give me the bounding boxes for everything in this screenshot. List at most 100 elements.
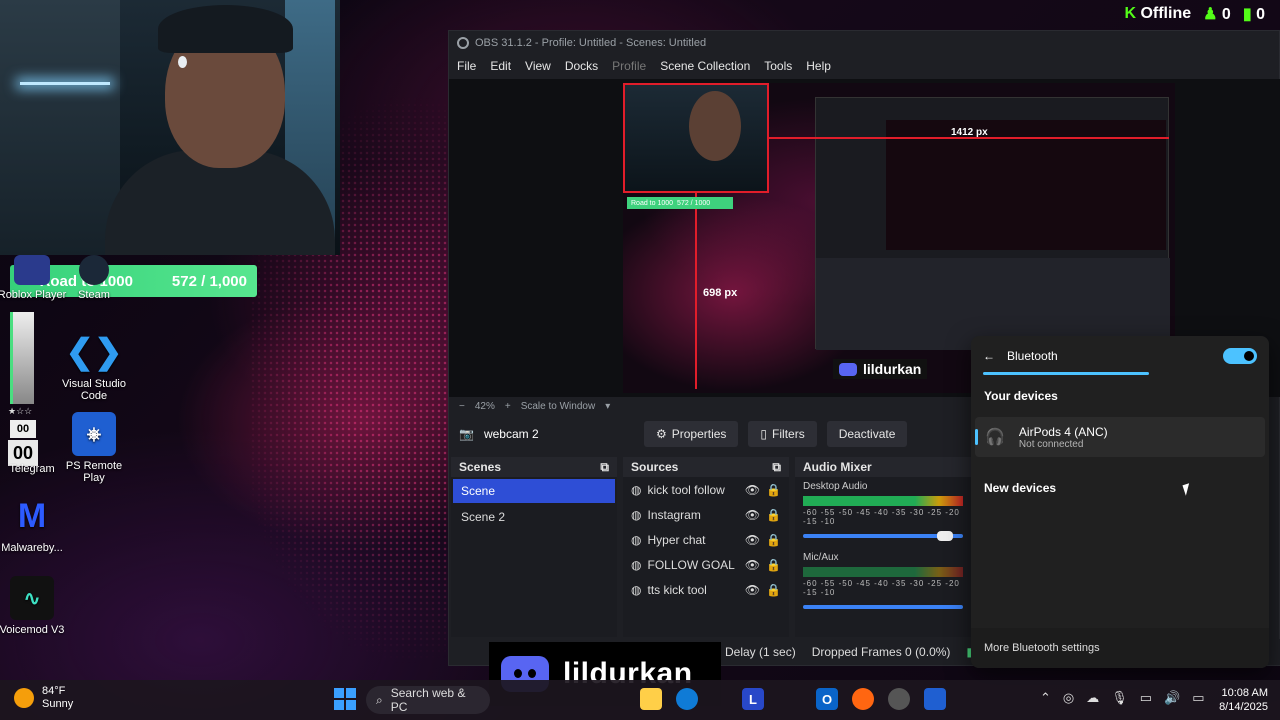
menu-tools[interactable]: Tools <box>764 59 792 73</box>
network-icon[interactable]: ▭ <box>1140 690 1152 706</box>
volume-slider[interactable] <box>803 605 963 609</box>
undock-icon[interactable]: ⧉ <box>600 460 609 475</box>
edge-icon[interactable] <box>676 688 698 710</box>
menu-help[interactable]: Help <box>806 59 831 73</box>
roblox-icon <box>14 255 50 285</box>
follower-count: ♟ 0 <box>1203 6 1231 23</box>
source-item[interactable]: ◍ Instagram 👁 🔒 <box>623 502 789 527</box>
taskbar: 84°F Sunny ⌕ Search web & PC L O ⌃ ◎ ☁ 🎙 … <box>0 680 1280 720</box>
menu-edit[interactable]: Edit <box>490 59 511 73</box>
visibility-icon[interactable]: 👁 <box>745 508 760 522</box>
properties-button[interactable]: ⚙ Properties <box>643 421 739 447</box>
speaker-icon[interactable]: 🔊 <box>1164 690 1180 706</box>
bluetooth-flyout: ← Bluetooth Your devices 🎧 AirPods 4 (AN… <box>971 336 1269 668</box>
lock-icon[interactable]: 🔒 <box>766 508 781 522</box>
battery-icon[interactable]: ▭ <box>1192 690 1204 706</box>
window-title: OBS 31.1.2 - Profile: Untitled - Scenes:… <box>475 37 707 49</box>
temperature: 84°F <box>42 685 66 697</box>
menu-docks[interactable]: Docks <box>565 59 598 73</box>
stream-state: K Offline <box>1124 5 1192 22</box>
menu-scene-collection[interactable]: Scene Collection <box>660 59 750 73</box>
desktop-icon-ps-remote-play[interactable]: ⎈ PS Remote Play <box>54 412 134 484</box>
chevron-down-icon[interactable]: ▾ <box>605 401 610 412</box>
browser-icon: ◍ <box>631 582 642 597</box>
zoom-out-button[interactable]: − <box>459 401 465 412</box>
telegram-icon <box>10 415 54 459</box>
headphones-icon: 🎧 <box>985 429 1005 446</box>
bluetooth-title: Bluetooth <box>1007 349 1058 363</box>
menu-file[interactable]: File <box>457 59 476 73</box>
scale-mode-select[interactable]: Scale to Window <box>521 401 595 412</box>
ps-remote-play-taskbar-icon[interactable] <box>924 688 946 710</box>
desktop-icon-steam[interactable]: Steam <box>54 255 134 301</box>
sun-icon <box>14 688 34 708</box>
weather-widget[interactable]: 84°F Sunny <box>14 685 73 711</box>
bluetooth-toggle[interactable] <box>1223 348 1257 364</box>
back-arrow-icon[interactable]: ← <box>983 349 995 363</box>
menu-profile[interactable]: Profile <box>612 59 646 73</box>
desktop-icon-vscode[interactable]: ❮❯ Visual Studio Code <box>54 330 134 402</box>
guide-line-vertical <box>695 193 697 389</box>
source-item[interactable]: ◍ tts kick tool 👁 🔒 <box>623 577 789 602</box>
undock-icon[interactable]: ⧉ <box>772 460 781 475</box>
vscode-icon: ❮❯ <box>65 333 123 371</box>
steam-icon <box>79 255 109 285</box>
deactivate-button[interactable]: Deactivate <box>826 421 908 447</box>
visibility-icon[interactable]: 👁 <box>745 483 760 497</box>
scene-item[interactable]: Scene <box>453 479 615 503</box>
selected-source-name: webcam 2 <box>483 427 539 441</box>
search-icon: ⌕ <box>376 692 383 707</box>
sources-dock: Sources ⧉ ◍ kick tool follow 👁 🔒 ◍ Instagram 👁… <box>623 457 789 665</box>
visibility-icon[interactable]: 👁 <box>745 533 760 547</box>
firefox-icon[interactable] <box>852 688 874 710</box>
visibility-icon[interactable]: 👁 <box>745 558 760 572</box>
lock-icon[interactable]: 🔒 <box>766 533 781 547</box>
chevron-up-icon[interactable]: ⌃ <box>1040 690 1051 706</box>
browser-icon: ◍ <box>631 557 642 572</box>
nested-obs-capture <box>815 97 1170 350</box>
webcam-source-selected[interactable] <box>623 83 769 193</box>
menu-view[interactable]: View <box>525 59 551 73</box>
filters-button[interactable]: ▯ Filters <box>748 421 817 447</box>
person-icon: ♟ <box>1203 6 1218 23</box>
file-explorer-icon[interactable] <box>640 688 662 710</box>
lock-icon[interactable]: 🔒 <box>766 583 781 597</box>
taskbar-search[interactable]: ⌕ Search web & PC <box>366 686 490 714</box>
stream-status: K Offline ♟ 0 ▮ 0 <box>1124 4 1265 24</box>
cloud-icon[interactable]: ☁ <box>1086 690 1099 706</box>
obs-menubar: File Edit View Docks Profile Scene Colle… <box>449 55 1279 77</box>
lock-icon[interactable]: 🔒 <box>766 483 781 497</box>
scenes-dock: Scenes⧉ Scene Scene 2 + 🗑 ▤ ⌃ ⌄ <box>451 457 617 665</box>
source-item[interactable]: ◍ FOLLOW GOAL 👁 🔒 <box>623 552 789 577</box>
volume-slider[interactable] <box>803 531 963 541</box>
device-status: Not connected <box>1018 438 1084 450</box>
filter-icon: ▯ <box>760 427 768 441</box>
zoom-in-button[interactable]: + <box>505 401 511 412</box>
device-name: AirPods 4 (ANC) <box>1018 424 1108 439</box>
start-button[interactable] <box>334 688 356 710</box>
outlook-icon[interactable]: O <box>816 688 838 710</box>
source-item[interactable]: ◍ kick tool follow 👁 🔒 <box>623 477 789 502</box>
device-airpods[interactable]: 🎧 AirPods 4 (ANC) Not connected <box>975 417 1265 457</box>
lock-icon[interactable]: 🔒 <box>766 558 781 572</box>
mixer-channel: Desktop Audio -60 -55 -50 -45 -40 -35 -3… <box>795 477 971 542</box>
source-item[interactable]: ◍ Hyper chat 👁 🔒 <box>623 527 789 552</box>
taskbar-clock[interactable]: 10:08 AM 8/14/2025 <box>1219 686 1268 714</box>
desktop-icon-malwarebytes[interactable]: M Malwareby... <box>0 494 72 555</box>
more-bluetooth-settings-link[interactable]: More Bluetooth settings <box>971 628 1269 668</box>
channel-name: Desktop Audio <box>803 481 868 492</box>
browser-icon: ◍ <box>631 482 642 497</box>
obs-taskbar-icon[interactable] <box>888 688 910 710</box>
discord-icon <box>839 362 857 376</box>
scene-item[interactable]: Scene 2 <box>453 505 615 529</box>
visibility-icon[interactable]: 👁 <box>745 583 760 597</box>
gear-icon: ⚙ <box>655 427 667 441</box>
browser-icon: ◍ <box>631 507 642 522</box>
desktop-icon-voicemod[interactable]: ∿ Voicemod V3 <box>0 576 72 636</box>
launcher-app-icon[interactable]: L <box>742 688 764 710</box>
tray-app-icon[interactable]: ◎ <box>1063 690 1074 706</box>
new-devices-heading: New devices <box>984 481 1057 495</box>
microphone-icon[interactable]: 🎙 <box>1111 690 1128 706</box>
preview-goal-widget: Road to 1000 572 / 1000 <box>627 197 733 209</box>
system-tray: ⌃ ◎ ☁ 🎙 ▭ 🔊 ▭ <box>1040 690 1205 706</box>
